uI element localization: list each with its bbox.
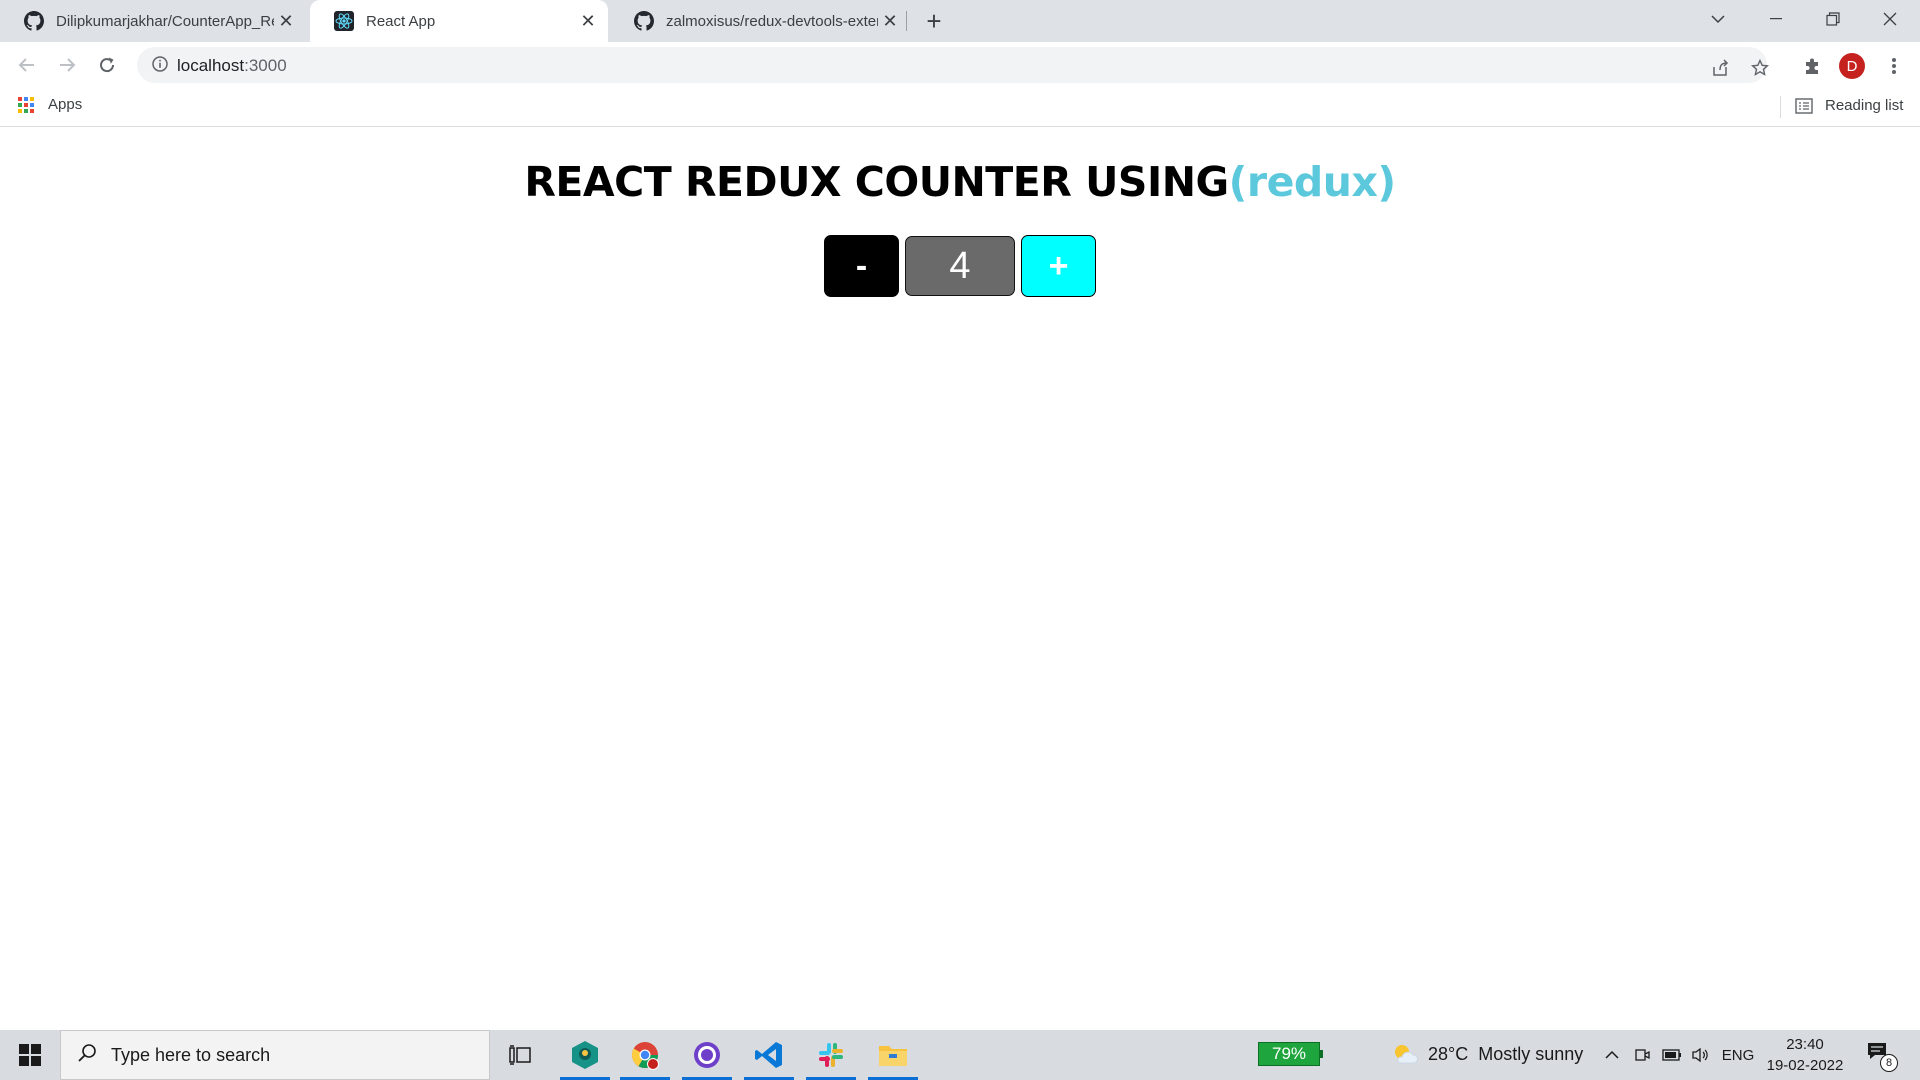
decrement-button[interactable]: -: [824, 235, 899, 297]
close-tab-icon[interactable]: ✕: [878, 9, 902, 33]
react-icon: [334, 11, 354, 31]
tab-title: Dilipkumarjakhar/CounterApp_Re: [56, 12, 274, 30]
close-window-button[interactable]: [1862, 0, 1918, 38]
url-port: :3000: [244, 56, 287, 75]
address-bar[interactable]: localhost:3000: [137, 47, 1769, 83]
weather-widget[interactable]: 28°C Mostly sunny: [1392, 1043, 1583, 1065]
tab-title: zalmoxisus/redux-devtools-exten: [666, 12, 878, 30]
action-center-button[interactable]: 8: [1866, 1040, 1898, 1072]
slack-icon[interactable]: [806, 1030, 856, 1080]
bookmark-star-icon[interactable]: [1747, 55, 1773, 81]
avatar-initial: D: [1839, 53, 1865, 79]
windows-start-button[interactable]: [0, 1030, 60, 1080]
gitkraken-icon[interactable]: [560, 1030, 610, 1080]
counter-controls: - 4 +: [824, 235, 1096, 297]
profile-avatar[interactable]: D: [1838, 52, 1866, 80]
github-desktop-icon[interactable]: [682, 1030, 732, 1080]
vscode-icon[interactable]: [744, 1030, 794, 1080]
increment-button[interactable]: +: [1021, 235, 1096, 297]
meet-now-icon[interactable]: [1630, 1043, 1654, 1067]
extensions-puzzle-icon[interactable]: [1798, 52, 1826, 80]
language-indicator[interactable]: ENG: [1720, 1043, 1756, 1067]
title-main: REACT REDUX COUNTER USING: [524, 158, 1229, 206]
weather-condition: Mostly sunny: [1478, 1043, 1584, 1064]
page-title: REACT REDUX COUNTER USING(redux): [0, 158, 1920, 206]
battery-percent[interactable]: 79%: [1258, 1042, 1320, 1066]
battery-tip: [1320, 1050, 1323, 1058]
close-tab-icon[interactable]: ✕: [274, 9, 298, 33]
new-tab-button[interactable]: +: [920, 6, 948, 36]
tab-redux-devtools[interactable]: zalmoxisus/redux-devtools-exten ✕: [610, 0, 910, 42]
system-clock[interactable]: 23:40 19-02-2022: [1760, 1034, 1850, 1076]
tab-react-app[interactable]: React App ✕: [310, 0, 608, 42]
partly-sunny-icon: [1392, 1043, 1418, 1065]
battery-icon[interactable]: [1660, 1043, 1684, 1067]
apps-grid-icon: [18, 96, 34, 113]
reading-list-icon: [1795, 97, 1813, 114]
close-tab-icon[interactable]: ✕: [576, 9, 600, 33]
task-view-icon[interactable]: [495, 1030, 545, 1080]
github-icon: [24, 11, 44, 31]
bookmark-apps[interactable]: Apps: [18, 96, 82, 113]
share-icon[interactable]: [1707, 55, 1733, 81]
site-info-icon[interactable]: [151, 55, 169, 78]
tab-separator: [906, 11, 907, 31]
show-hidden-icons-chevron-icon[interactable]: [1600, 1043, 1624, 1067]
taskbar-search-input[interactable]: Type here to search: [60, 1030, 490, 1080]
tab-title: React App: [366, 12, 436, 30]
reading-list-button[interactable]: Reading list: [1795, 97, 1903, 114]
restore-button[interactable]: [1805, 0, 1861, 38]
clock-time: 23:40: [1786, 1036, 1824, 1053]
github-icon: [634, 11, 654, 31]
chrome-menu-icon[interactable]: [1880, 52, 1908, 80]
browser-toolbar: localhost:3000 D: [0, 42, 1920, 88]
search-placeholder: Type here to search: [111, 1044, 271, 1065]
reload-button[interactable]: [92, 50, 122, 80]
title-accent: (redux): [1228, 158, 1397, 206]
counter-value: 4: [905, 236, 1015, 296]
weather-temp: 28°C: [1428, 1043, 1469, 1064]
tab-github-counterapp[interactable]: Dilipkumarjakhar/CounterApp_Re ✕: [0, 0, 306, 42]
tab-strip: Dilipkumarjakhar/CounterApp_Re ✕ React A…: [0, 0, 1920, 42]
bookmarks-separator: [1780, 96, 1781, 118]
tab-search-chevron-icon[interactable]: [1690, 0, 1746, 38]
url-host: localhost: [177, 56, 245, 75]
clock-date: 19-02-2022: [1766, 1057, 1844, 1074]
forward-button[interactable]: [52, 50, 82, 80]
search-icon: [77, 1043, 97, 1068]
windows-taskbar: Type here to search 79% 28°C Mostly sunn…: [0, 1030, 1920, 1080]
volume-icon[interactable]: [1688, 1043, 1712, 1067]
minimize-button[interactable]: [1748, 0, 1804, 38]
reading-list-label: Reading list: [1825, 97, 1904, 114]
back-button[interactable]: [12, 50, 42, 80]
chrome-icon[interactable]: [620, 1030, 670, 1080]
apps-label: Apps: [48, 96, 83, 113]
url-text: localhost:3000: [177, 56, 287, 76]
notification-count-badge: 8: [1880, 1054, 1898, 1072]
bookmarks-bar: Apps Reading list: [0, 88, 1920, 127]
file-explorer-icon[interactable]: [868, 1030, 918, 1080]
